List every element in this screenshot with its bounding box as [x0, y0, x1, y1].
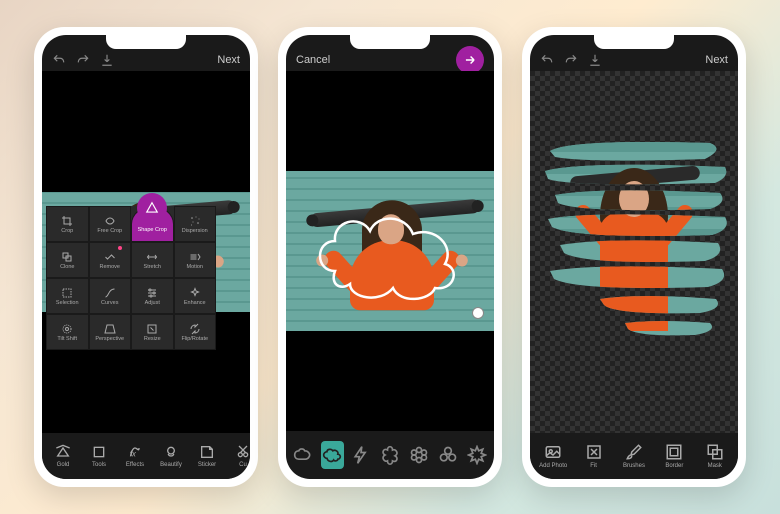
tools-panel: Crop Free Crop Shape Crop Dispersion Clo… — [46, 206, 216, 350]
svg-text:fx: fx — [130, 450, 137, 459]
redo-icon[interactable] — [564, 53, 578, 67]
shape-burst[interactable] — [465, 441, 488, 469]
tool-remove[interactable]: Remove — [89, 242, 132, 278]
tab-beautify[interactable]: Beautify — [154, 444, 188, 468]
canvas[interactable] — [530, 71, 738, 433]
apply-button[interactable] — [456, 46, 484, 74]
shape-clover[interactable] — [436, 441, 459, 469]
tool-selection[interactable]: Selection — [46, 278, 89, 314]
tool-freecrop[interactable]: Free Crop — [89, 206, 132, 242]
tool-enhance[interactable]: Enhance — [174, 278, 217, 314]
phone-shapecrop: Cancel — [278, 27, 502, 487]
brush-strokes — [530, 71, 738, 431]
tab-brushes[interactable]: Brushes — [617, 443, 651, 469]
tool-adjust[interactable]: Adjust — [131, 278, 174, 314]
download-icon[interactable] — [588, 53, 602, 67]
tool-tiltshift[interactable]: Tilt Shift — [46, 314, 89, 350]
undo-icon[interactable] — [52, 53, 66, 67]
tab-tools[interactable]: Tools — [82, 444, 116, 468]
tab-mask[interactable]: Mask — [698, 443, 732, 469]
tab-gold[interactable]: Gold — [46, 444, 80, 468]
tool-crop[interactable]: Crop — [46, 206, 89, 242]
bottom-tabs: Add Photo Fit Brushes Border Mask — [530, 433, 738, 479]
next-button[interactable]: Next — [217, 54, 240, 66]
resize-handle-icon[interactable] — [472, 307, 484, 319]
tab-border[interactable]: Border — [657, 443, 691, 469]
shape-cloud-outline[interactable] — [292, 441, 315, 469]
phone-tools: Next Crop Free Crop Shape Crop Disp — [34, 27, 258, 487]
next-button[interactable]: Next — [705, 54, 728, 66]
tab-fit[interactable]: Fit — [577, 443, 611, 469]
shape-flower-6[interactable] — [407, 441, 430, 469]
bottom-tabs: Gold Tools fxEffects Beautify Sticker Cu — [42, 433, 250, 479]
tab-effects[interactable]: fxEffects — [118, 444, 152, 468]
shape-lightning[interactable] — [350, 441, 373, 469]
tab-sticker[interactable]: Sticker — [190, 444, 224, 468]
undo-icon[interactable] — [540, 53, 554, 67]
shape-cloud-filled[interactable] — [321, 441, 344, 469]
phone-brushes: Next — [522, 27, 746, 487]
tool-resize[interactable]: Resize — [131, 314, 174, 350]
tool-stretch[interactable]: Stretch — [131, 242, 174, 278]
tool-shapecrop[interactable]: Shape Crop — [131, 206, 174, 242]
cancel-button[interactable]: Cancel — [296, 54, 330, 66]
tool-motion[interactable]: Motion — [174, 242, 217, 278]
tab-cutout[interactable]: Cu — [226, 444, 250, 468]
download-icon[interactable] — [100, 53, 114, 67]
tool-curves[interactable]: Curves — [89, 278, 132, 314]
canvas[interactable]: Crop Free Crop Shape Crop Dispersion Clo… — [42, 71, 250, 433]
tool-perspective[interactable]: Perspective — [89, 314, 132, 350]
tool-fliprotate[interactable]: Flip/Rotate — [174, 314, 217, 350]
tab-addphoto[interactable]: Add Photo — [536, 443, 570, 469]
shape-flower-5[interactable] — [379, 441, 402, 469]
redo-icon[interactable] — [76, 53, 90, 67]
shape-selector — [286, 431, 494, 479]
tool-clone[interactable]: Clone — [46, 242, 89, 278]
canvas[interactable] — [286, 71, 494, 431]
tool-dispersion[interactable]: Dispersion — [174, 206, 217, 242]
